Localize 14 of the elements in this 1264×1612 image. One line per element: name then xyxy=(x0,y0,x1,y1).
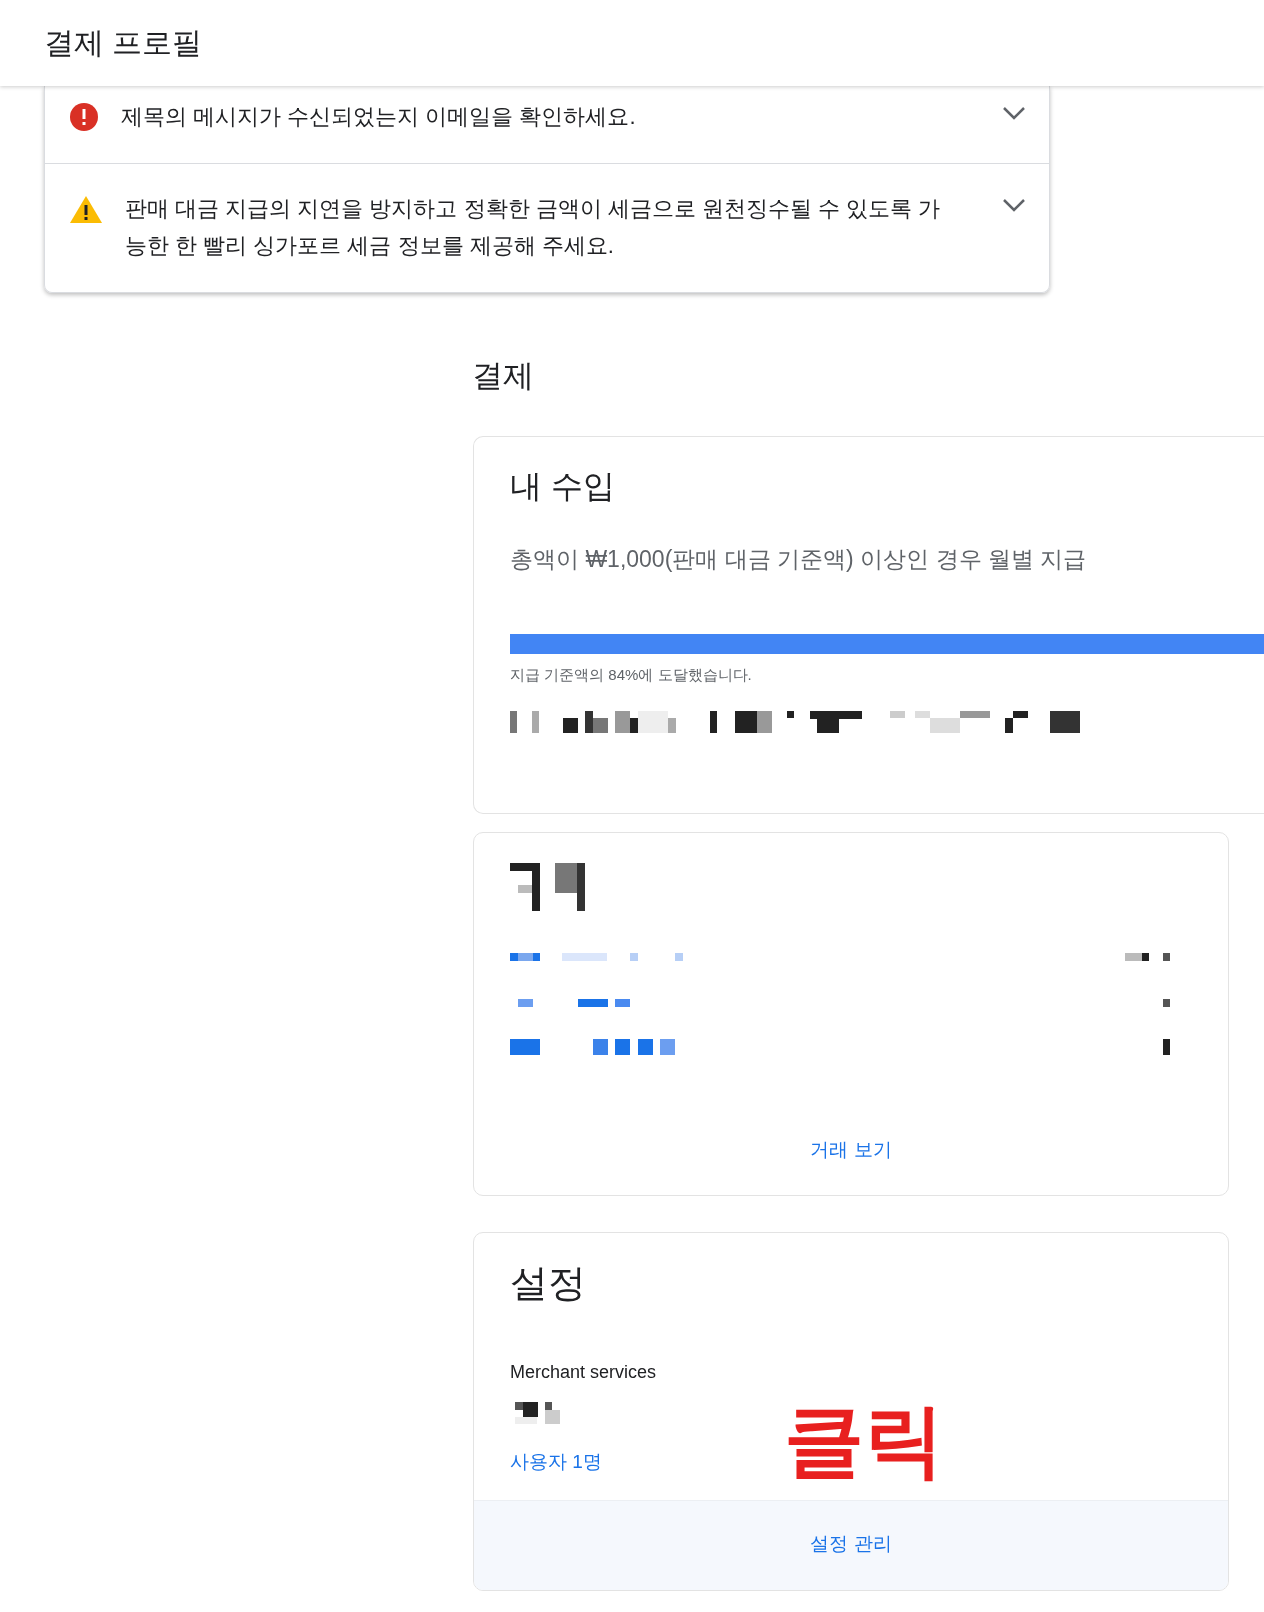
progress-caption: 지급 기준액의 84%에 도달했습니다. xyxy=(510,665,753,686)
alert-message: 판매 대금 지급의 지연을 방지하고 정확한 금액이 세금으로 원천징수될 수 있도록 가능한 한 빨리 싱가포르 세금 정보를 제공해 주세요. xyxy=(125,195,942,260)
card-title: 내 수입 xyxy=(510,467,616,506)
warning-icon xyxy=(69,194,103,224)
page-title: 결제 프로필 xyxy=(44,25,203,61)
manage-settings-link[interactable]: 설정 관리 xyxy=(804,1529,898,1560)
alert-message: 제목의 메시지가 수신되었는지 이메일을 확인하세요. xyxy=(121,103,637,131)
card-title: 설정 xyxy=(510,1261,587,1307)
section-title: 결제 xyxy=(472,357,535,395)
users-link[interactable]: 사용자 1명 xyxy=(510,1447,602,1477)
view-transactions-link[interactable]: 거래 보기 xyxy=(804,1134,898,1166)
error-icon xyxy=(69,102,99,132)
payout-description: 총액이 ₩1,000(판매 대금 기준액) 이상인 경우 월별 지급 xyxy=(510,544,1088,574)
account-name: Merchant services xyxy=(510,1360,658,1384)
